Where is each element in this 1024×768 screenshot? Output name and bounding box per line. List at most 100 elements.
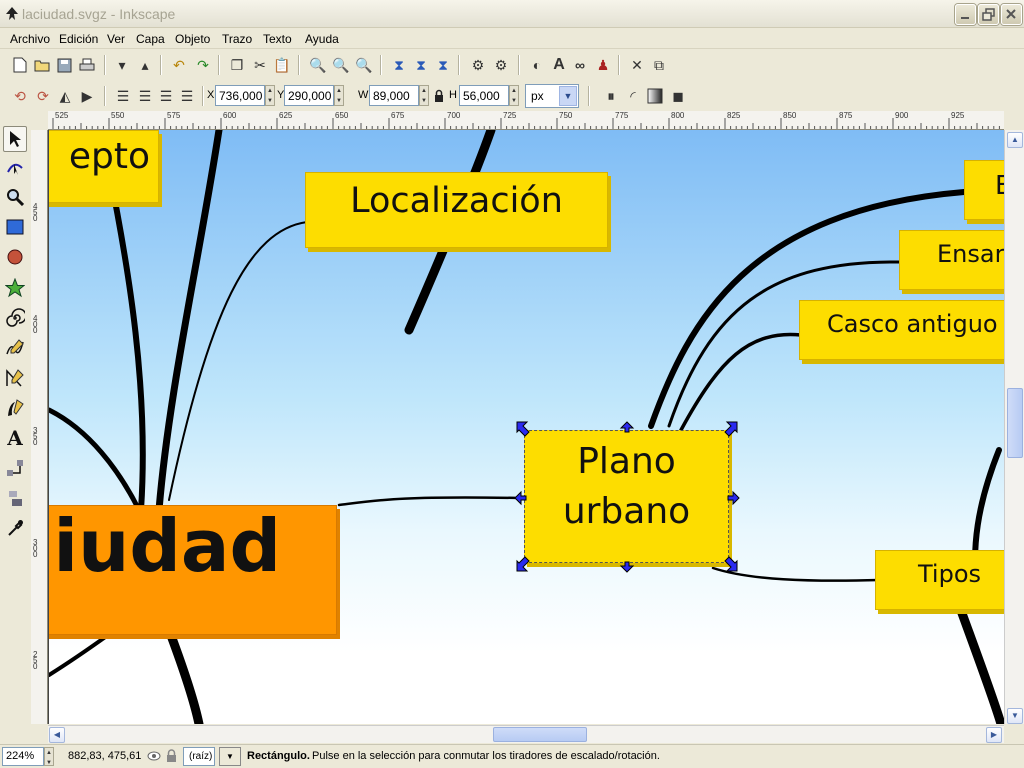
pencil-tool[interactable] bbox=[3, 335, 27, 361]
scroll-up-icon[interactable]: ▲ bbox=[1007, 132, 1023, 148]
duplicate-icon[interactable]: ❐ bbox=[228, 56, 246, 74]
node-casco-antiguo[interactable]: Casco antiguo bbox=[799, 300, 1004, 360]
drawing-canvas[interactable]: epto Localización E Ensar Casco antiguo … bbox=[48, 130, 1004, 724]
ellipse-tool[interactable] bbox=[3, 244, 27, 270]
align-distribute-icon[interactable]: ⧗ bbox=[390, 56, 408, 74]
flip-vertical-icon[interactable]: ▶ bbox=[78, 87, 96, 105]
gradient-tool[interactable] bbox=[3, 485, 27, 511]
text-tool[interactable]: A bbox=[3, 425, 27, 451]
menu-trazo[interactable]: Trazo bbox=[222, 32, 252, 46]
layers-icon[interactable]: ♟ bbox=[594, 56, 612, 74]
menu-archivo[interactable]: Archivo bbox=[10, 32, 50, 46]
horizontal-scroll-thumb[interactable] bbox=[493, 727, 587, 742]
spiral-tool[interactable] bbox=[3, 305, 27, 331]
text-font-icon[interactable]: A bbox=[550, 56, 568, 74]
transform-gradients-icon[interactable] bbox=[646, 87, 664, 105]
scroll-right-icon[interactable]: ▶ bbox=[986, 727, 1002, 743]
ruler-tick: 525 bbox=[55, 111, 69, 120]
menu-ver[interactable]: Ver bbox=[107, 32, 125, 46]
zoom-selection-icon[interactable]: 🔍 bbox=[309, 56, 327, 74]
node-ensanche[interactable]: Ensar bbox=[899, 230, 1004, 290]
lock-icon[interactable] bbox=[434, 89, 444, 103]
commands-toolbar: ▾ ▴ ↶ ↷ ❐ ✂ 📋 🔍 🔍 🔍 ⧗ ⧗ ⧗ ⚙ ⚙ ◐ A ∞ ♟ ✕ … bbox=[0, 51, 1024, 79]
star-tool[interactable] bbox=[3, 275, 27, 301]
lower-to-bottom-icon[interactable]: ☰ bbox=[178, 87, 196, 105]
group-icon[interactable]: ⚙ bbox=[469, 56, 487, 74]
scale-stroke-icon[interactable]: ⏸ bbox=[602, 87, 620, 105]
w-input[interactable]: 89,000 bbox=[369, 85, 419, 106]
scale-corners-icon[interactable]: ◜ bbox=[624, 87, 642, 105]
scroll-down-icon[interactable]: ▼ bbox=[1007, 708, 1023, 724]
unit-select[interactable]: px ▼ bbox=[525, 84, 579, 108]
close-button[interactable] bbox=[1001, 4, 1022, 25]
align-center-icon[interactable]: ⧗ bbox=[412, 56, 430, 74]
node-tipos[interactable]: Tipos bbox=[875, 550, 1004, 610]
eye-icon[interactable] bbox=[147, 750, 161, 762]
raise-to-top-icon[interactable]: ☰ bbox=[114, 87, 132, 105]
x-spinner[interactable]: ▲ ▼ bbox=[265, 85, 275, 106]
horizontal-scrollbar[interactable]: ◀ ▶ bbox=[48, 725, 1004, 743]
redo-icon[interactable]: ↷ bbox=[194, 56, 212, 74]
transform-patterns-icon[interactable]: ◼ bbox=[669, 87, 687, 105]
raise-icon[interactable]: ☰ bbox=[136, 87, 154, 105]
pen-tool[interactable] bbox=[3, 365, 27, 391]
separator bbox=[458, 55, 460, 75]
node-concepto[interactable]: epto bbox=[49, 130, 159, 203]
preferences-icon[interactable]: ✕ bbox=[628, 56, 646, 74]
open-folder-icon[interactable] bbox=[33, 56, 51, 74]
rotate-ccw-icon[interactable]: ⟲ bbox=[11, 87, 29, 105]
document-properties-icon[interactable]: ⧉ bbox=[650, 56, 668, 74]
menu-objeto[interactable]: Objeto bbox=[175, 32, 210, 46]
zoom-page-icon[interactable]: 🔍 bbox=[355, 56, 373, 74]
y-spinner[interactable]: ▲ ▼ bbox=[334, 85, 344, 106]
align-end-icon[interactable]: ⧗ bbox=[434, 56, 452, 74]
scroll-left-icon[interactable]: ◀ bbox=[49, 727, 65, 743]
zoom-drawing-icon[interactable]: 🔍 bbox=[332, 56, 350, 74]
new-document-icon[interactable] bbox=[11, 56, 29, 74]
minimize-button[interactable] bbox=[955, 4, 976, 25]
node-ciudad[interactable]: iudad bbox=[49, 505, 337, 635]
rotate-cw-icon[interactable]: ⟳ bbox=[34, 87, 52, 105]
dropper-tool[interactable] bbox=[3, 515, 27, 541]
export-icon[interactable]: ▴ bbox=[136, 56, 154, 74]
save-icon[interactable] bbox=[55, 56, 73, 74]
maximize-button[interactable] bbox=[978, 4, 999, 25]
ungroup-icon[interactable]: ⚙ bbox=[492, 56, 510, 74]
ruler-tick: 875 bbox=[839, 111, 853, 120]
undo-icon[interactable]: ↶ bbox=[170, 56, 188, 74]
layer-field[interactable]: (raíz) bbox=[183, 747, 215, 766]
calligraphy-tool[interactable] bbox=[3, 395, 27, 421]
menu-edicion[interactable]: Edición bbox=[59, 32, 98, 46]
padlock-icon[interactable] bbox=[166, 749, 178, 763]
menu-texto[interactable]: Texto bbox=[263, 32, 292, 46]
zoom-field[interactable]: 224% bbox=[2, 747, 44, 766]
node-localizacion[interactable]: Localización bbox=[305, 172, 608, 248]
h-input[interactable]: 56,000 bbox=[459, 85, 509, 106]
w-spinner[interactable]: ▲ ▼ bbox=[419, 85, 429, 106]
ruler-tick: 900 bbox=[895, 111, 909, 120]
x-input[interactable]: 736,000 bbox=[215, 85, 265, 106]
node-plano-urbano[interactable]: Plano urbano bbox=[524, 430, 729, 563]
cut-icon[interactable]: ✂ bbox=[251, 56, 269, 74]
rectangle-tool[interactable] bbox=[3, 214, 27, 240]
paste-icon[interactable]: 📋 bbox=[273, 56, 291, 74]
xml-editor-icon[interactable]: ∞ bbox=[571, 56, 589, 74]
flip-horizontal-icon[interactable]: ◭ bbox=[56, 87, 74, 105]
zoom-tool[interactable] bbox=[3, 184, 27, 210]
connector-tool[interactable] bbox=[3, 455, 27, 481]
menu-capa[interactable]: Capa bbox=[136, 32, 165, 46]
zoom-spinner[interactable]: ▲ ▼ bbox=[44, 747, 54, 766]
h-spinner[interactable]: ▲ ▼ bbox=[509, 85, 519, 106]
lower-icon[interactable]: ☰ bbox=[157, 87, 175, 105]
menu-ayuda[interactable]: Ayuda bbox=[305, 32, 339, 46]
print-icon[interactable] bbox=[78, 56, 96, 74]
y-input[interactable]: 290,000 bbox=[284, 85, 334, 106]
fill-stroke-icon[interactable]: ◐ bbox=[528, 56, 546, 74]
vertical-scroll-thumb[interactable] bbox=[1007, 388, 1023, 458]
node-tool[interactable] bbox=[3, 154, 27, 180]
vertical-scrollbar[interactable]: ▲ ▼ bbox=[1004, 130, 1024, 724]
node-e[interactable]: E bbox=[964, 160, 1004, 220]
import-icon[interactable]: ▾ bbox=[113, 56, 131, 74]
layer-dropdown-button[interactable]: ▼ bbox=[219, 747, 241, 766]
selector-tool[interactable] bbox=[3, 126, 27, 152]
